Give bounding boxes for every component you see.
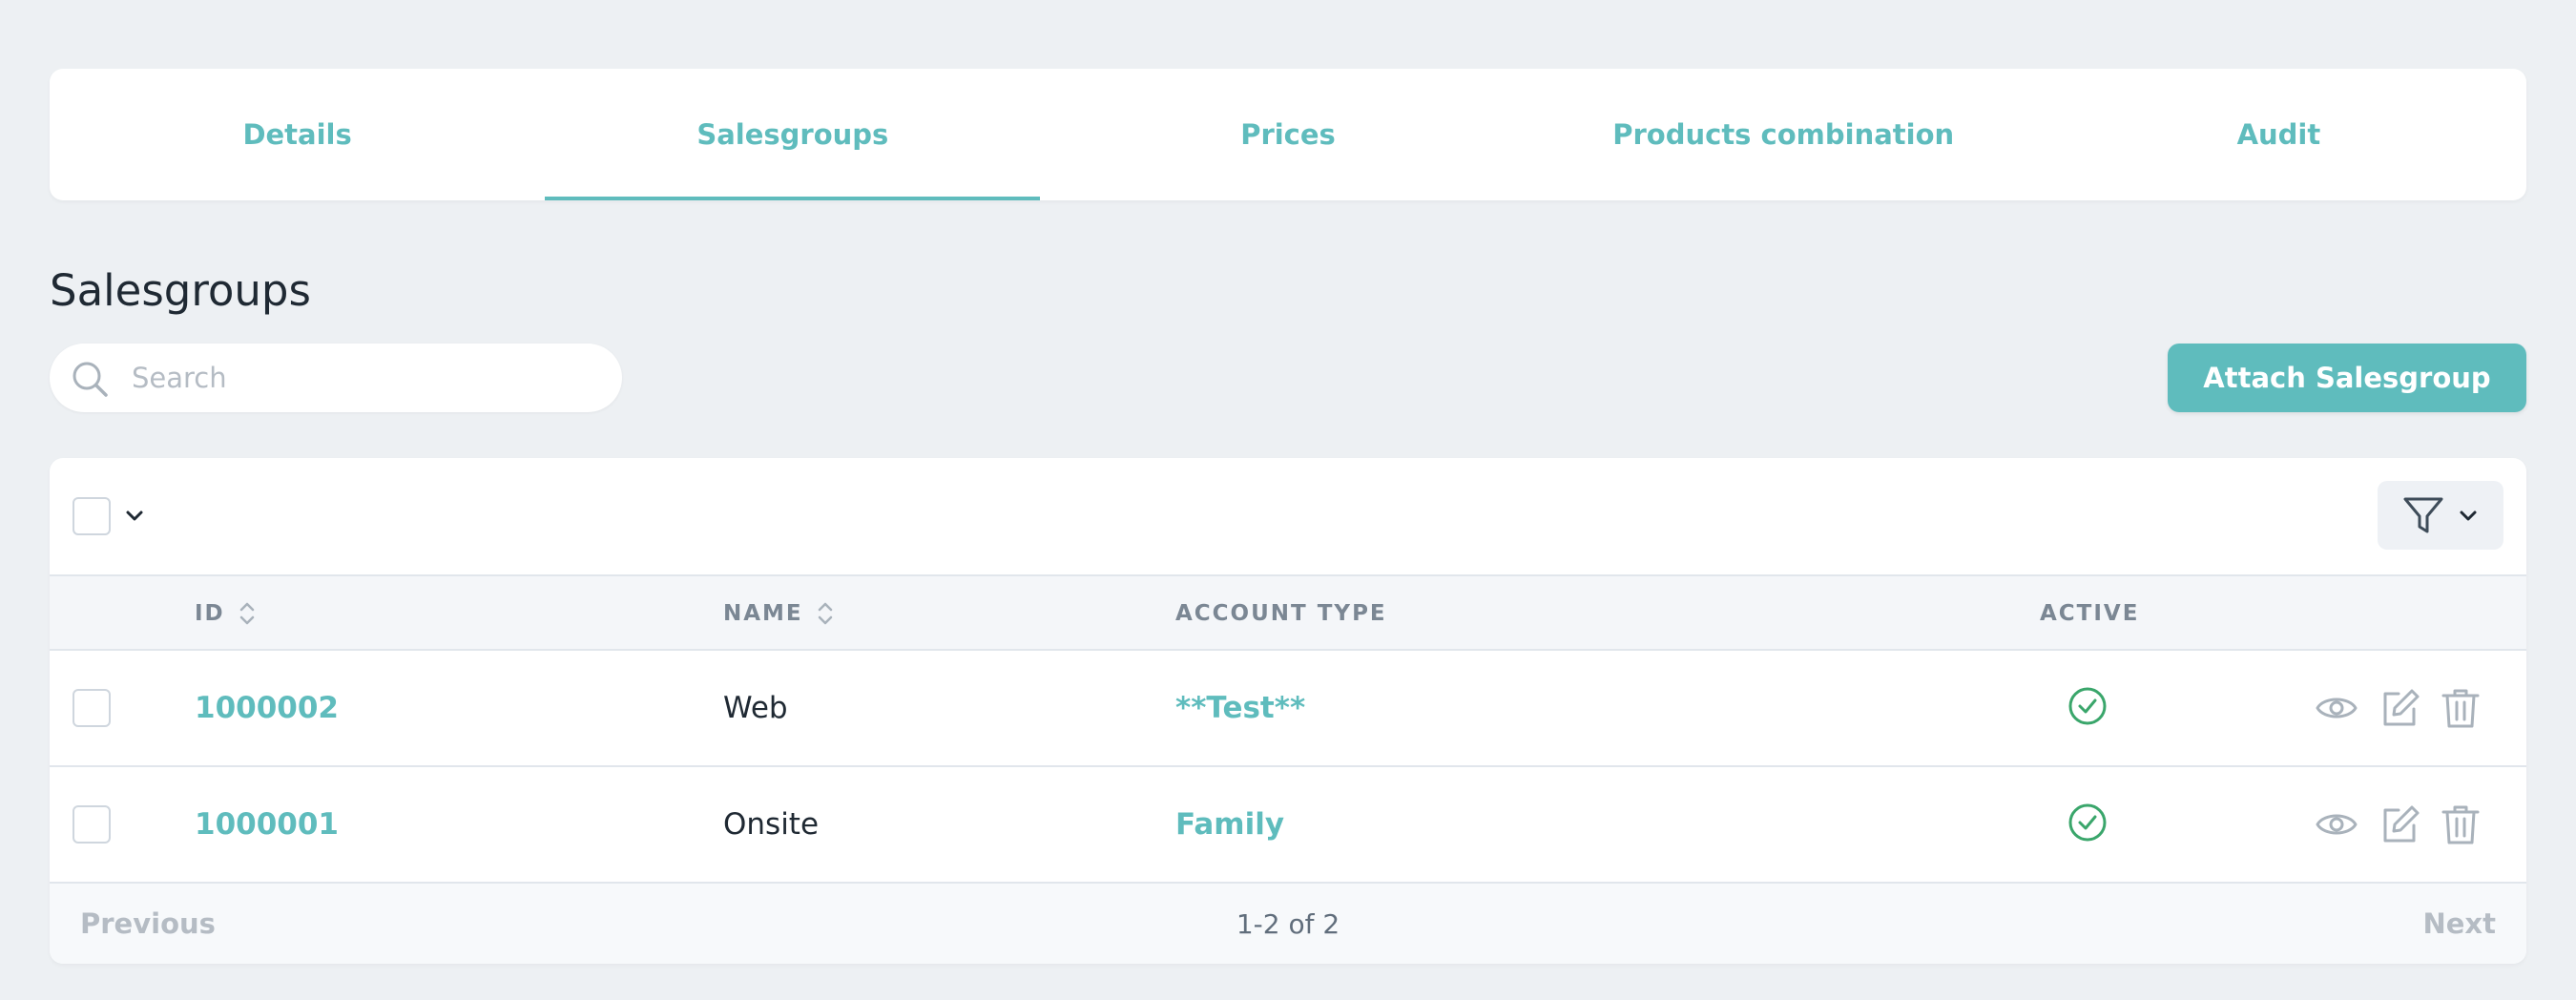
sort-icon[interactable] (817, 600, 834, 627)
attach-salesgroup-button[interactable]: Attach Salesgroup (2168, 344, 2526, 412)
trash-icon[interactable] (2439, 686, 2483, 730)
table-row: 1000002 Web **Test** (50, 651, 2526, 767)
tab-audit[interactable]: Audit (2031, 69, 2526, 200)
tab-details[interactable]: Details (50, 69, 545, 200)
row-id-link[interactable]: 1000001 (195, 767, 339, 882)
eye-icon[interactable] (2315, 686, 2358, 730)
tab-bar: Details Salesgroups Prices Products comb… (50, 69, 2526, 200)
search-icon (73, 362, 108, 397)
column-header-name[interactable]: NAME (723, 576, 834, 651)
row-checkbox[interactable] (73, 689, 111, 727)
row-account-type-link[interactable]: Family (1175, 767, 1284, 882)
pagination-range: 1-2 of 2 (1236, 907, 1340, 940)
row-name: Web (723, 691, 788, 725)
row-id-link[interactable]: 1000002 (195, 651, 339, 765)
column-header-account-type: ACCOUNT TYPE (1175, 601, 1387, 626)
row-checkbox[interactable] (73, 805, 111, 844)
column-header-active: ACTIVE (2040, 601, 2140, 626)
page-title: Salesgroups (50, 265, 311, 316)
check-circle-icon (2068, 803, 2107, 842)
search-input[interactable] (132, 362, 590, 394)
column-header-id-label: ID (195, 601, 225, 626)
filter-icon (2403, 497, 2443, 533)
row-name: Onsite (723, 807, 820, 842)
column-header-name-label: NAME (723, 601, 803, 626)
trash-icon[interactable] (2439, 802, 2483, 846)
tab-products-combination[interactable]: Products combination (1536, 69, 2031, 200)
row-account-type-link[interactable]: **Test** (1175, 651, 1305, 765)
tab-prices[interactable]: Prices (1040, 69, 1535, 200)
check-circle-icon (2068, 687, 2107, 725)
salesgroups-table: ID NAME ACCOUNT TYPE ACTIVE 1000002 Web … (50, 458, 2526, 964)
pagination: Previous 1-2 of 2 Next (50, 884, 2526, 964)
chevron-down-icon (2460, 510, 2477, 521)
next-button[interactable]: Next (2422, 884, 2496, 964)
filter-button[interactable] (2378, 481, 2503, 550)
table-toolbar (50, 458, 2526, 574)
search-box (50, 344, 622, 412)
table-header: ID NAME ACCOUNT TYPE ACTIVE (50, 574, 2526, 651)
table-row: 1000001 Onsite Family (50, 767, 2526, 884)
chevron-down-icon[interactable] (124, 506, 145, 527)
column-header-id[interactable]: ID (195, 576, 256, 651)
tab-salesgroups[interactable]: Salesgroups (545, 69, 1041, 200)
edit-icon[interactable] (2378, 802, 2421, 846)
edit-icon[interactable] (2378, 686, 2421, 730)
sort-icon[interactable] (239, 600, 256, 627)
select-all-checkbox[interactable] (73, 497, 111, 535)
eye-icon[interactable] (2315, 802, 2358, 846)
